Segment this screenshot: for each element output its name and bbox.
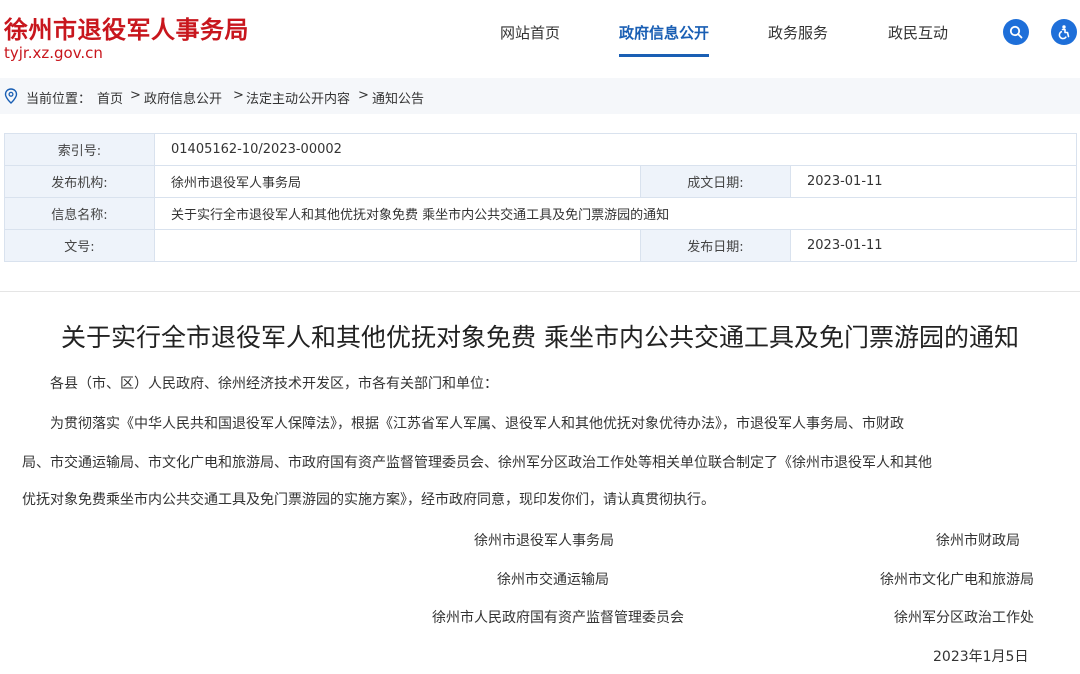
signatory: 徐州市退役军人事务局 [474, 533, 614, 549]
search-icon[interactable] [1003, 19, 1029, 45]
nav-interaction[interactable]: 政民互动 [888, 22, 948, 43]
signatory: 徐州市人民政府国有资产监督管理委员会 [432, 610, 684, 626]
body-line: 局、市交通运输局、市文化广电和旅游局、市政府国有资产监督管理委员会、徐州军分区政… [22, 455, 932, 471]
doc-number-label: 文号: [4, 229, 155, 262]
active-nav-indicator [619, 54, 710, 57]
table-row: 索引号: 01405162-10/2023-00002 [4, 133, 1077, 166]
index-label: 索引号: [4, 133, 155, 166]
info-name-value: 关于实行全市退役军人和其他优抚对象免费 乘坐市内公共交通工具及免门票游园的通知 [154, 197, 1077, 230]
table-row: 信息名称: 关于实行全市退役军人和其他优抚对象免费 乘坐市内公共交通工具及免门票… [4, 197, 1077, 230]
breadcrumb-statutory[interactable]: 法定主动公开内容 [246, 88, 350, 107]
published-date-label: 发布日期: [640, 229, 791, 262]
table-row: 文号: 发布日期: 2023-01-11 [4, 229, 1077, 262]
signatory: 徐州军分区政治工作处 [894, 610, 1034, 626]
salutation: 各县（市、区）人民政府、徐州经济技术开发区，市各有关部门和单位： [50, 376, 498, 392]
created-date-value: 2023-01-11 [790, 165, 1077, 198]
nav-gov-info-label: 政府信息公开 [619, 24, 710, 42]
body-line: 为贯彻落实《中华人民共和国退役军人保障法》，根据《江苏省军人军属、退役军人和其他… [50, 416, 904, 432]
breadcrumb-home[interactable]: 首页 [97, 88, 123, 107]
breadcrumb-current[interactable]: 通知公告 [372, 88, 424, 107]
created-date-label: 成文日期: [640, 165, 791, 198]
breadcrumb-separator: > [130, 88, 141, 103]
location-pin-icon [4, 88, 18, 108]
main-nav: 网站首页 政府信息公开 政务服务 政民互动 [0, 22, 1080, 72]
signatory: 徐州市文化广电和旅游局 [880, 572, 1034, 588]
breadcrumb-prefix: 当前位置： [26, 92, 92, 107]
nav-services[interactable]: 政务服务 [768, 22, 828, 43]
info-table: 索引号: 01405162-10/2023-00002 发布机构: 徐州市退役军… [4, 133, 1077, 262]
publisher-value: 徐州市退役军人事务局 [154, 165, 641, 198]
nav-home[interactable]: 网站首页 [500, 22, 560, 43]
breadcrumb: 当前位置： 首页 > 政府信息公开 > 法定主动公开内容 > 通知公告 [0, 78, 1080, 114]
nav-gov-info[interactable]: 政府信息公开 [619, 22, 710, 57]
index-value: 01405162-10/2023-00002 [154, 133, 1077, 166]
signatory: 徐州市财政局 [936, 533, 1020, 549]
breadcrumb-gov-info[interactable]: 政府信息公开 [144, 88, 222, 107]
published-date-value: 2023-01-11 [790, 229, 1077, 262]
doc-number-value [154, 229, 641, 262]
info-name-label: 信息名称: [4, 197, 155, 230]
breadcrumb-separator: > [233, 88, 244, 103]
document-date: 2023年1月5日 [933, 649, 1029, 665]
breadcrumb-separator: > [358, 88, 369, 103]
body-line: 优抚对象免费乘坐市内公共交通工具及免门票游园的实施方案》，经市政府同意，现印发你… [22, 492, 715, 508]
divider [0, 291, 1080, 292]
table-row: 发布机构: 徐州市退役军人事务局 成文日期: 2023-01-11 [4, 165, 1077, 198]
accessibility-icon[interactable] [1051, 19, 1077, 45]
document-title: 关于实行全市退役军人和其他优抚对象免费 乘坐市内公共交通工具及免门票游园的通知 [61, 323, 1019, 352]
signatory: 徐州市交通运输局 [497, 572, 609, 588]
publisher-label: 发布机构: [4, 165, 155, 198]
